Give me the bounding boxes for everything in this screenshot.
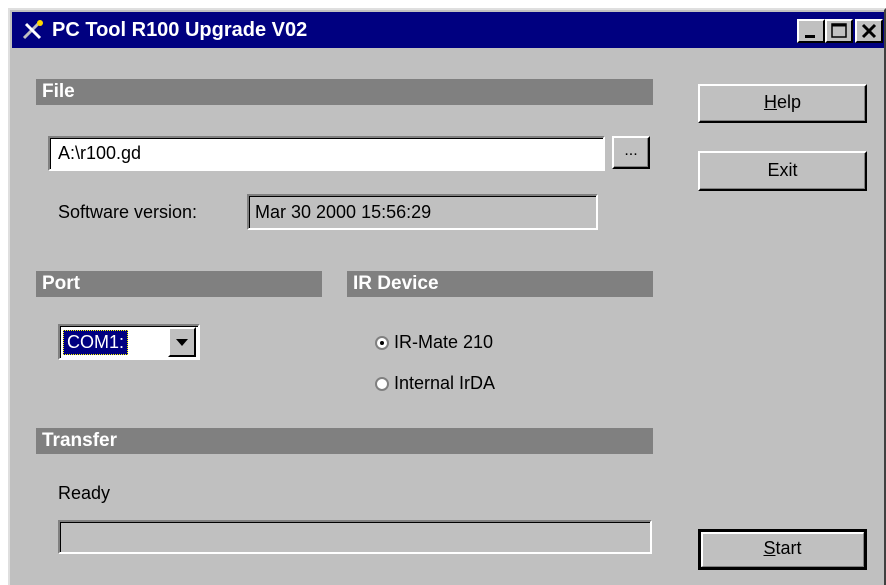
radio-checked-icon[interactable] xyxy=(375,336,389,350)
browse-label: ... xyxy=(624,142,638,159)
transfer-section-header: Transfer xyxy=(36,428,653,454)
software-version-value: Mar 30 2000 15:56:29 xyxy=(255,202,432,222)
maximize-button[interactable] xyxy=(825,19,853,43)
close-button[interactable] xyxy=(855,19,883,43)
transfer-status: Ready xyxy=(58,483,111,503)
help-mnemonic: H xyxy=(763,92,777,112)
minimize-icon xyxy=(805,35,815,38)
port-dropdown-button[interactable] xyxy=(168,327,196,357)
chevron-down-icon xyxy=(176,339,188,346)
start-label-rest: tart xyxy=(775,538,802,558)
window-title: PC Tool R100 Upgrade V02 xyxy=(52,19,308,41)
minimize-button[interactable] xyxy=(797,19,825,43)
radio-unchecked-icon[interactable] xyxy=(375,377,389,391)
browse-button[interactable]: ... xyxy=(612,136,650,169)
help-label-rest: elp xyxy=(776,92,802,112)
software-version-field: Mar 30 2000 15:56:29 xyxy=(247,194,598,230)
app-window: PC Tool R100 Upgrade V02 File A:\r100.gd… xyxy=(8,8,886,585)
start-label: Start xyxy=(701,532,864,565)
software-version-label: Software version: xyxy=(58,202,198,222)
ir-option-internal-irda[interactable]: Internal IrDA xyxy=(372,373,572,397)
help-button[interactable]: Help xyxy=(698,84,867,123)
ir-device-section-header: IR Device xyxy=(347,271,653,297)
exit-label: Exit xyxy=(767,160,798,180)
start-button[interactable]: Start xyxy=(698,529,867,570)
exit-button[interactable]: Exit xyxy=(698,151,867,191)
file-path-value: A:\r100.gd xyxy=(58,143,142,163)
close-icon xyxy=(861,23,877,39)
file-path-field[interactable]: A:\r100.gd xyxy=(48,136,605,171)
port-section-header: Port xyxy=(36,271,322,297)
tools-icon xyxy=(20,18,46,42)
transfer-progress-bar xyxy=(58,520,652,554)
help-label: Help xyxy=(700,86,865,119)
port-selected-value: COM1: xyxy=(63,330,129,355)
maximize-icon xyxy=(831,23,847,38)
title-bar[interactable]: PC Tool R100 Upgrade V02 xyxy=(12,12,884,48)
ir-option-label: Internal IrDA xyxy=(394,373,496,393)
start-mnemonic: S xyxy=(763,538,776,558)
ir-option-ir-mate[interactable]: IR-Mate 210 xyxy=(372,332,572,356)
file-section-header: File xyxy=(36,79,653,105)
ir-option-label: IR-Mate 210 xyxy=(394,332,494,352)
port-select[interactable]: COM1: xyxy=(58,324,200,360)
